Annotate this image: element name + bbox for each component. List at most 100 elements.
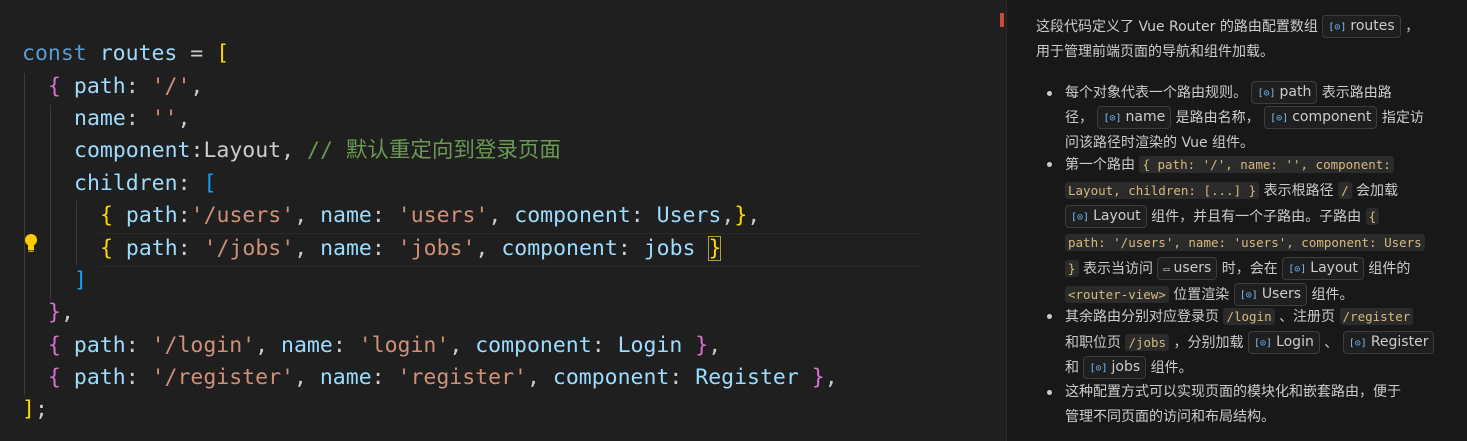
code-token: , (449, 333, 476, 358)
variable-symbol-icon: [⊙] (1270, 113, 1289, 124)
code-line[interactable]: ] (74, 265, 87, 297)
code-line[interactable]: name: '', (74, 103, 191, 135)
code-token: 'register' (397, 365, 527, 390)
code-token: : (617, 236, 644, 261)
code-token: , (293, 365, 320, 390)
symbol-chip[interactable]: [⊙] Login (1248, 331, 1320, 354)
code-line[interactable]: { path: '/login', name: 'login', compone… (48, 330, 721, 362)
inline-code: /login (1223, 308, 1275, 325)
code-line[interactable]: { path: '/jobs', name: 'jobs', component… (100, 233, 722, 265)
inline-code: Layout, children: [...] } (1065, 182, 1260, 199)
code-token: } (811, 365, 825, 390)
code-line[interactable]: { path: '/', (48, 71, 203, 103)
code-token: ; (34, 397, 48, 422)
code-token: 'login' (358, 333, 450, 358)
code-token: path (125, 203, 178, 228)
code-line[interactable]: children: [ (74, 168, 216, 200)
variable-symbol-icon: [⊙] (1257, 88, 1276, 99)
variable-symbol-icon: [⊙] (1239, 290, 1258, 301)
bullet (1047, 162, 1052, 167)
code-token: Users (656, 203, 722, 228)
symbol-chip[interactable]: [⊙] component (1264, 106, 1378, 129)
code-token: , (747, 203, 761, 228)
code-line[interactable]: { path:'/users', name: 'users', componen… (100, 200, 760, 232)
code-line[interactable]: component:Layout, // 默认重定向到登录页面 (74, 135, 561, 167)
code-token: : (125, 365, 152, 390)
indent-guide (50, 105, 51, 299)
inline-code: } (1065, 260, 1079, 277)
variable-symbol-icon: [⊙] (1103, 113, 1122, 124)
code-token: path (73, 333, 126, 358)
bullet (1047, 314, 1052, 319)
code-token: , (190, 74, 204, 99)
code-token: '' (151, 106, 178, 131)
code-token: Register (695, 365, 799, 390)
code-token: : (371, 365, 398, 390)
list-item: 第一个路由 { path: '/', name: '', component: … (1065, 152, 1450, 308)
code-line[interactable]: const routes = [ (22, 38, 229, 70)
code-token: : (125, 74, 152, 99)
code-token: component (514, 203, 631, 228)
code-token: : (371, 236, 398, 261)
symbol-chip[interactable]: [⊙] Register (1342, 331, 1435, 354)
code-token: ] (74, 268, 87, 293)
variable-symbol-icon: [⊙] (1348, 338, 1367, 349)
code-token: : (332, 333, 359, 358)
code-token: } (708, 236, 722, 261)
symbol-chip[interactable]: [⊙] Layout (1065, 205, 1147, 228)
code-token: const (22, 41, 87, 66)
code-token: : (125, 106, 152, 131)
symbol-chip[interactable]: [⊙] Layout (1282, 257, 1364, 280)
code-line[interactable]: ]; (22, 394, 48, 426)
code-token: // 默认重定向到登录页面 (307, 138, 561, 163)
code-editor[interactable]: const routes = [ { path: '/', name: '', … (0, 0, 1000, 441)
code-token: , (60, 300, 74, 325)
variable-symbol-icon: [⊙] (1328, 22, 1347, 33)
symbol-chip[interactable]: ▭ users (1157, 257, 1218, 280)
inline-code: /jobs (1125, 334, 1170, 351)
symbol-chip[interactable]: [⊙] name (1097, 106, 1172, 129)
code-token: } (734, 203, 748, 228)
code-token: :Layout, (190, 138, 307, 163)
code-token: name (320, 236, 372, 261)
code-token: '/jobs' (203, 236, 295, 261)
code-line[interactable]: { path: '/register', name: 'register', c… (48, 362, 838, 394)
code-token: '/register' (151, 365, 294, 390)
code-token: 'users' (397, 203, 489, 228)
lightbulb-icon[interactable] (22, 233, 40, 253)
code-token: , (721, 203, 735, 228)
code-token: '/login' (151, 333, 256, 358)
inline-code: { (1365, 208, 1380, 225)
code-line[interactable]: }, (48, 297, 74, 329)
code-token: , (526, 365, 553, 390)
symbol-chip[interactable]: [⊙] Users (1233, 283, 1308, 306)
code-token: path (73, 74, 126, 99)
scrollbar-marker[interactable] (1000, 13, 1004, 27)
code-token: : (669, 365, 696, 390)
code-token: , (255, 333, 282, 358)
code-token: , (708, 333, 722, 358)
inline-code: / (1338, 182, 1352, 199)
variable-symbol-icon: [⊙] (1071, 212, 1090, 223)
symbol-chip[interactable]: [⊙] path (1251, 81, 1318, 104)
code-token: : (371, 203, 398, 228)
code-token: , (177, 106, 191, 131)
code-token: jobs (643, 236, 696, 261)
intro-paragraph: 这段代码定义了 Vue Router 的路由配置数组 [⊙] routes ， 用… (1036, 15, 1448, 65)
file-symbol-icon: ▭ (1163, 264, 1170, 275)
code-token: { (48, 333, 61, 358)
symbol-chip[interactable]: [⊙] routes (1322, 15, 1401, 38)
code-token: children (74, 171, 178, 196)
symbol-chip[interactable]: [⊙] jobs (1083, 356, 1147, 379)
code-token: } (48, 300, 61, 325)
variable-symbol-icon: [⊙] (1254, 338, 1273, 349)
code-token: Login (617, 333, 683, 358)
code-token: { (48, 74, 61, 99)
panel-gap (1007, 0, 1017, 441)
